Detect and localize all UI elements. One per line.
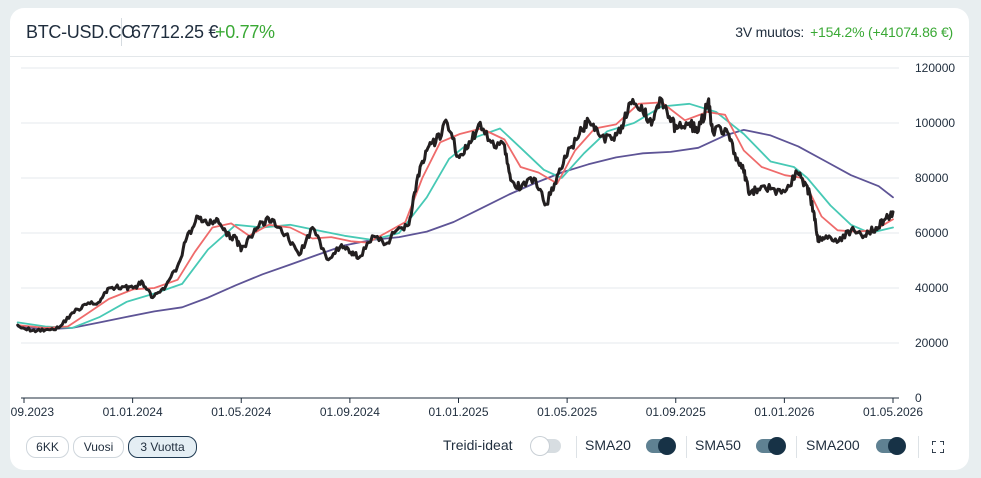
- y-tick-label: 120000: [915, 61, 955, 75]
- y-tick-label: 60000: [915, 226, 949, 240]
- chart-axes: 0 20000 40000 60000 80000 100000 120000 01.09.2…: [10, 61, 955, 419]
- y-tick-label: 20000: [915, 336, 949, 350]
- chart-card: BTC-USD.CC 67712.25 € +0.77% 3V muutos: +…: [10, 8, 969, 470]
- chart-series: [16, 96, 895, 334]
- x-tick-label: 01.01.2025: [428, 405, 488, 419]
- price-chart[interactable]: 0 20000 40000 60000 80000 100000 120000 01.09.2…: [10, 8, 969, 424]
- y-tick-label: 0: [915, 391, 922, 405]
- x-tick-label: 01.05.2024: [211, 405, 271, 419]
- x-tick-label: 01.01.2024: [103, 405, 163, 419]
- toggle-sma200[interactable]: [876, 437, 906, 455]
- y-tick-label: 80000: [915, 171, 949, 185]
- x-tick-label: 01.09.2025: [646, 405, 706, 419]
- toggle-knob: [531, 437, 549, 455]
- toggle-knob: [888, 437, 906, 455]
- toggle-label-sma20: SMA20: [585, 437, 631, 453]
- toggle-separator: [918, 436, 919, 458]
- chart-grid: [21, 67, 899, 344]
- toggle-knob: [768, 437, 786, 455]
- toggle-sma20[interactable]: [646, 437, 676, 455]
- y-tick-label: 100000: [915, 116, 955, 130]
- series-line-sma200: [16, 129, 894, 331]
- series-line-sma20: [16, 101, 894, 329]
- x-tick-label: 01.05.2025: [537, 405, 597, 419]
- toggle-sma50[interactable]: [756, 437, 786, 455]
- range-button-6kk[interactable]: 6KK: [26, 436, 69, 458]
- toggle-label-sma200: SMA200: [806, 437, 860, 453]
- expand-icon[interactable]: [932, 441, 944, 453]
- toggle-knob: [658, 437, 676, 455]
- x-tick-label: 01.01.2026: [754, 405, 814, 419]
- series-line-sma50: [16, 102, 894, 329]
- range-button-vuosi[interactable]: Vuosi: [73, 436, 124, 458]
- range-button-3-vuotta[interactable]: 3 Vuotta: [128, 436, 197, 458]
- chart-footer: 6KK Vuosi 3 Vuotta Treidi-ideat SMA20 SM…: [10, 424, 969, 470]
- toggle-trade-ideas[interactable]: [531, 437, 561, 455]
- toggle-label-sma50: SMA50: [695, 437, 741, 453]
- x-tick-label: 01.09.2023: [10, 405, 54, 419]
- y-tick-label: 40000: [915, 281, 949, 295]
- toggle-separator: [796, 436, 797, 458]
- x-tick-label: 01.09.2024: [320, 405, 380, 419]
- toggle-label-trade-ideas: Treidi-ideat: [443, 437, 513, 453]
- x-tick-label: 01.05.2026: [863, 405, 923, 419]
- toggle-separator: [576, 436, 577, 458]
- toggle-separator: [686, 436, 687, 458]
